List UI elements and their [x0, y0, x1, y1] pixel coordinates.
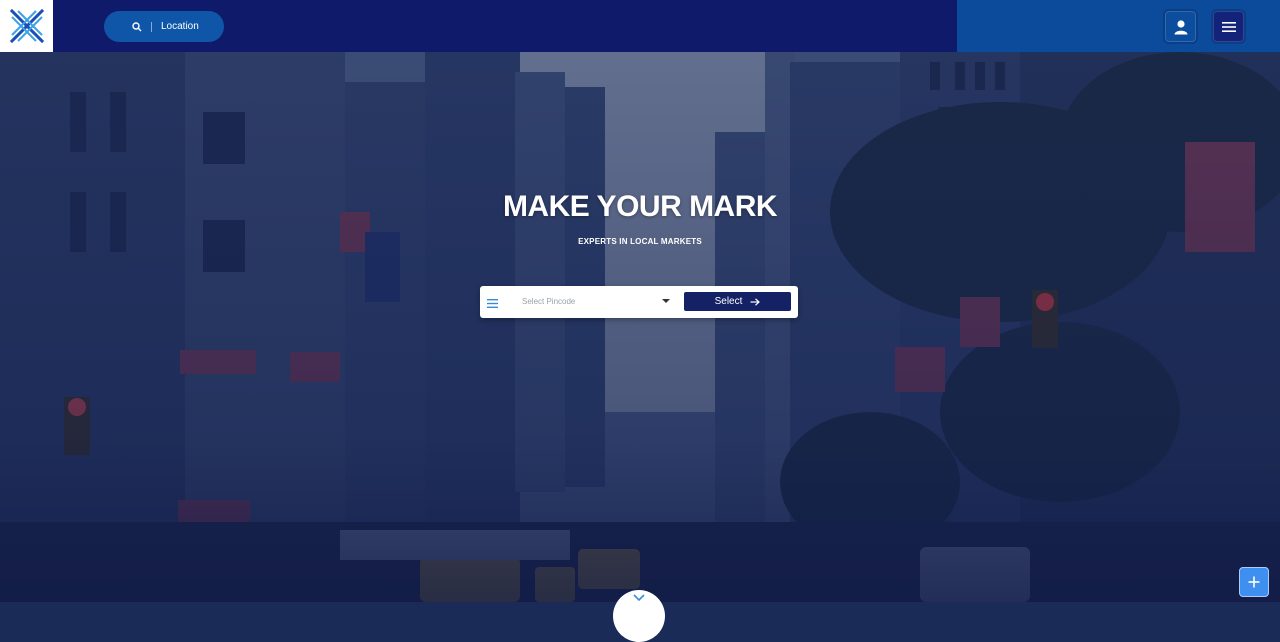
plus-icon: [1248, 576, 1260, 588]
location-label: Location: [161, 21, 199, 32]
user-account-button[interactable]: [1165, 11, 1196, 42]
x-logo-icon: [9, 8, 44, 44]
pincode-placeholder: Select Pincode: [522, 296, 576, 306]
chevron-down-icon: [662, 299, 670, 303]
user-icon: [1174, 19, 1187, 34]
hero-title: MAKE YOUR MARK: [502, 190, 778, 223]
pincode-select[interactable]: Select Pincode: [516, 290, 676, 312]
location-search-button[interactable]: Location: [104, 11, 224, 42]
hamburger-menu-icon: [1221, 21, 1236, 32]
hero-overlay: [0, 52, 1280, 602]
select-button[interactable]: Select: [684, 292, 791, 311]
top-navbar: Location: [0, 0, 1280, 52]
arrow-right-icon: [750, 297, 761, 306]
list-filter-icon[interactable]: [487, 295, 498, 313]
divider: [151, 21, 152, 32]
select-button-label: Select: [714, 296, 743, 307]
scroll-down-button[interactable]: [613, 590, 665, 642]
chevron-down-icon: [633, 594, 645, 602]
hero-section: [0, 52, 1280, 602]
brand-logo[interactable]: [0, 0, 53, 52]
search-icon: [132, 21, 142, 32]
hero-subtitle: EXPERTS IN LOCAL MARKETS: [578, 237, 702, 246]
hamburger-menu-button[interactable]: [1213, 11, 1244, 42]
add-floating-button[interactable]: [1239, 567, 1269, 597]
